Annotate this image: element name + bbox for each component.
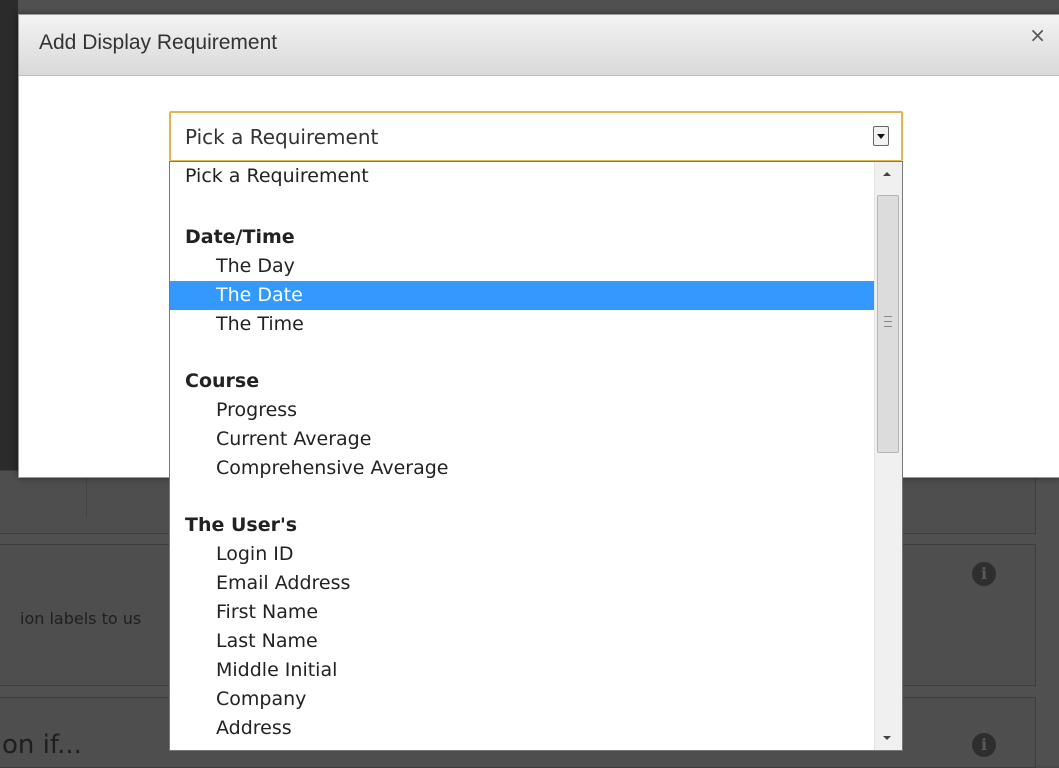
dropdown-scrollbar[interactable]: [874, 162, 902, 750]
dropdown-options: Pick a Requirement Date/Time The Day The…: [170, 162, 876, 743]
requirement-select[interactable]: Pick a Requirement: [169, 111, 903, 161]
grip-icon: [884, 316, 892, 327]
option-item[interactable]: Login ID: [170, 540, 876, 569]
background-condition-text: on if...: [2, 730, 82, 760]
info-icon[interactable]: i: [972, 562, 996, 586]
option-item[interactable]: Middle Initial: [170, 656, 876, 685]
option-item[interactable]: Address: [170, 714, 876, 743]
option-item[interactable]: Progress: [170, 396, 876, 425]
select-value: Pick a Requirement: [185, 125, 379, 149]
info-icon[interactable]: i: [972, 733, 996, 757]
close-icon[interactable]: ×: [1029, 25, 1046, 45]
option-item[interactable]: Comprehensive Average: [170, 454, 876, 483]
option-item[interactable]: Email Address: [170, 569, 876, 598]
option-placeholder[interactable]: Pick a Requirement: [170, 162, 876, 195]
scroll-up-icon[interactable]: [883, 172, 891, 176]
option-item[interactable]: Current Average: [170, 425, 876, 454]
option-item[interactable]: Company: [170, 685, 876, 714]
optgroup-label: Course: [185, 370, 260, 392]
background-labels-text: ion labels to us: [20, 609, 142, 628]
option-item[interactable]: The Date: [170, 281, 876, 310]
option-item[interactable]: First Name: [170, 598, 876, 627]
scrollbar-thumb[interactable]: [877, 195, 899, 453]
dialog-title: Add Display Requirement: [39, 31, 278, 54]
background-left-strip: [0, 0, 18, 470]
option-item[interactable]: The Day: [170, 252, 876, 281]
optgroup-label: Date/Time: [185, 226, 295, 248]
option-item[interactable]: Last Name: [170, 627, 876, 656]
option-item[interactable]: The Time: [170, 310, 876, 339]
optgroup-label: The User's: [185, 514, 298, 536]
dialog-header: Add Display Requirement ×: [19, 15, 1059, 76]
scroll-down-icon[interactable]: [883, 736, 891, 740]
requirement-dropdown-list: Pick a Requirement Date/Time The Day The…: [169, 161, 903, 751]
dropdown-arrow-icon[interactable]: [873, 126, 889, 146]
